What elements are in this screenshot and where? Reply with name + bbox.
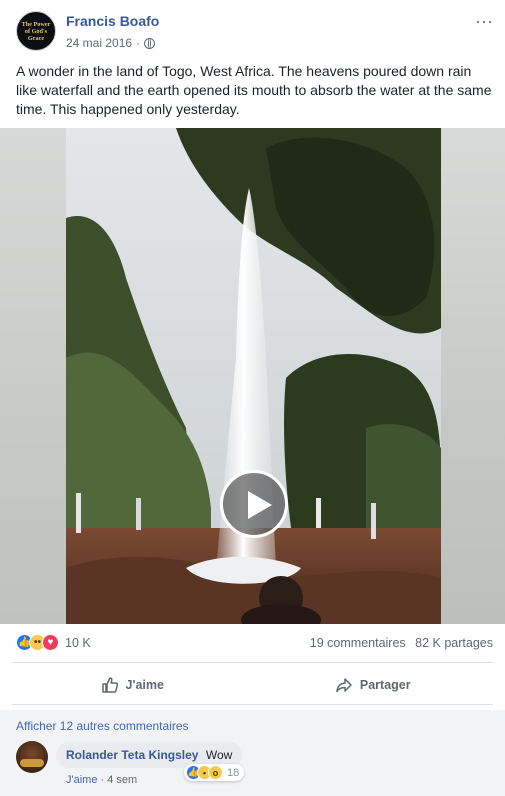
- comment-reactions[interactable]: 👍 • o 18: [184, 764, 245, 781]
- actions-divider: [12, 704, 493, 705]
- love-reaction-icon: ♥: [42, 634, 59, 651]
- author-name[interactable]: Francis Boafo: [66, 13, 159, 29]
- post-date[interactable]: 24 mai 2016: [66, 36, 132, 50]
- stats-divider: [12, 662, 493, 663]
- reaction-summary[interactable]: 👍 •• ♥ 10 K: [16, 634, 91, 651]
- video-blur-left: [0, 128, 66, 624]
- wow-reaction-icon: o: [208, 765, 223, 780]
- comment-like-link[interactable]: J'aime: [66, 774, 97, 786]
- post-text: A wonder in the land of Togo, West Afric…: [16, 63, 492, 117]
- post-actions: J'aime Partager: [12, 668, 493, 702]
- comment-meta-separator: ·: [100, 774, 105, 786]
- like-button[interactable]: J'aime: [12, 668, 253, 702]
- comments-shares: 19 commentaires 82 K partages: [310, 636, 493, 650]
- avatar-logo-text: The Power of God's Grace: [21, 20, 51, 42]
- play-icon[interactable]: [220, 470, 288, 538]
- comments-count[interactable]: 19 commentaires: [310, 636, 406, 650]
- more-icon[interactable]: ···: [475, 12, 493, 30]
- comment-reaction-count: 18: [227, 766, 240, 779]
- post-stats: 👍 •• ♥ 10 K 19 commentaires 82 K partage…: [16, 634, 493, 654]
- like-button-label: J'aime: [125, 678, 164, 692]
- view-more-comments-link[interactable]: Afficher 12 autres commentaires: [16, 719, 189, 733]
- globe-icon[interactable]: [144, 37, 156, 49]
- share-arrow-icon: [336, 678, 352, 693]
- comment-meta: J'aime · 4 sem: [66, 774, 137, 786]
- video-frame: [66, 128, 441, 624]
- author-avatar[interactable]: The Power of God's Grace: [16, 11, 56, 51]
- comment-age[interactable]: 4 sem: [107, 774, 137, 786]
- comments-section: Afficher 12 autres commentaires Rolander…: [0, 710, 505, 796]
- video-thumbnail: [66, 128, 441, 624]
- commenter-avatar[interactable]: [16, 741, 48, 773]
- video-blur-right: [441, 128, 505, 624]
- reaction-count[interactable]: 10 K: [65, 636, 91, 650]
- post-meta: 24 mai 2016 ·: [66, 36, 156, 50]
- share-button[interactable]: Partager: [253, 668, 494, 702]
- meta-separator: ·: [136, 36, 141, 50]
- commenter-name[interactable]: Rolander Teta Kingsley: [66, 748, 198, 762]
- share-button-label: Partager: [359, 678, 411, 692]
- video-player[interactable]: [0, 128, 505, 624]
- post-header: The Power of God's Grace Francis Boafo 2…: [16, 10, 493, 54]
- shares-count[interactable]: 82 K partages: [415, 636, 493, 650]
- facebook-post-card: The Power of God's Grace Francis Boafo 2…: [0, 0, 505, 796]
- comment-text: Wow: [205, 748, 233, 762]
- thumbs-up-icon: [101, 677, 118, 693]
